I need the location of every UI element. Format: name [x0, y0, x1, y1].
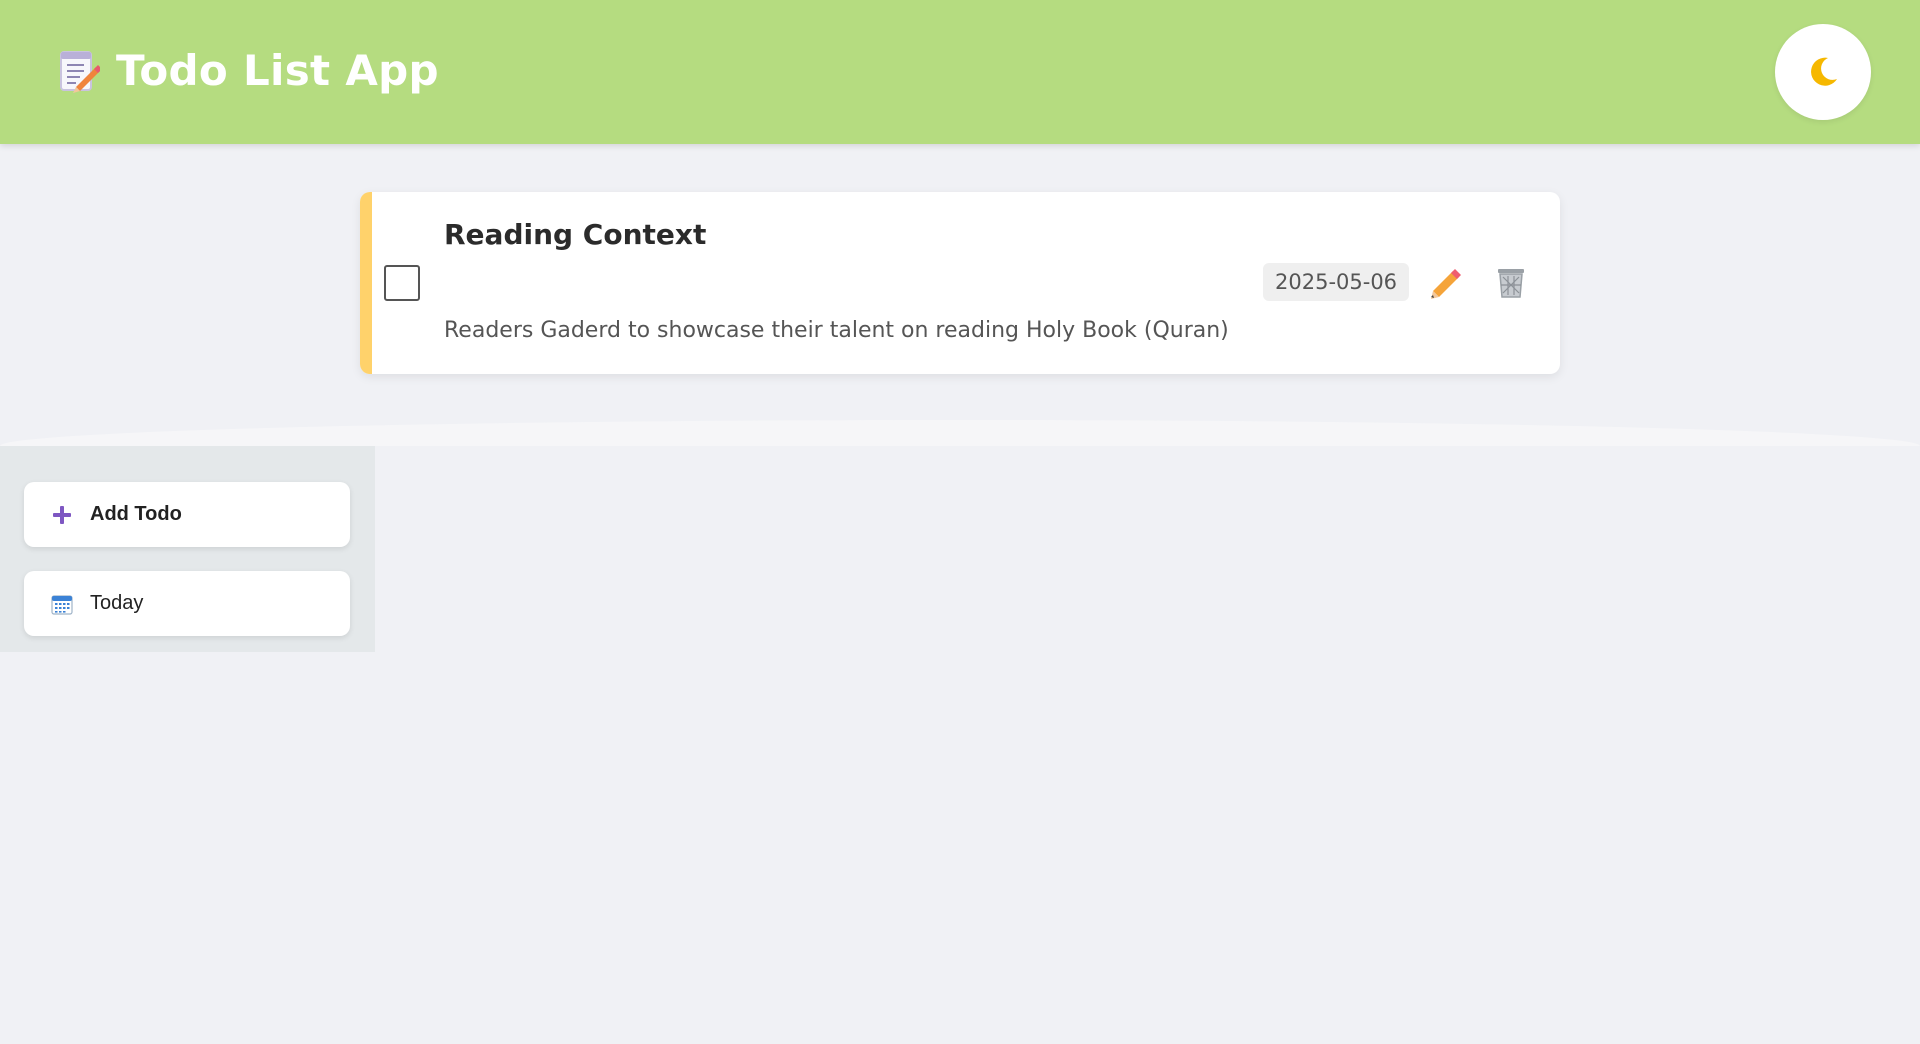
- todo-complete-checkbox[interactable]: [384, 265, 420, 301]
- calendar-icon: [50, 592, 74, 616]
- priority-accent-bar: [360, 192, 372, 374]
- plus-icon: [50, 503, 74, 527]
- app-title: Todo List App: [58, 46, 439, 95]
- todo-title: Reading Context: [444, 218, 707, 251]
- edit-todo-button[interactable]: [1426, 262, 1466, 302]
- section-divider: [0, 420, 1920, 446]
- app-title-text: Todo List App: [116, 46, 439, 95]
- add-todo-label: Add Todo: [90, 503, 182, 525]
- todo-due-date: 2025-05-06: [1263, 263, 1410, 301]
- app-header: Todo List App: [0, 0, 1920, 144]
- todo-description: Readers Gaderd to showcase their talent …: [444, 318, 1229, 343]
- today-label: Today: [90, 592, 144, 614]
- pencil-icon: [1431, 269, 1461, 299]
- wastebasket-icon: [1498, 269, 1524, 298]
- sidebar: Add Todo Today: [0, 446, 375, 652]
- theme-toggle-button[interactable]: [1775, 24, 1871, 120]
- delete-todo-button[interactable]: [1491, 262, 1531, 302]
- memo-pencil-icon: [60, 50, 100, 93]
- add-todo-button[interactable]: Add Todo: [24, 482, 350, 547]
- todo-item: Reading Context Readers Gaderd to showca…: [360, 192, 1560, 374]
- crescent-moon-icon: [1811, 57, 1837, 86]
- today-button[interactable]: Today: [24, 571, 350, 636]
